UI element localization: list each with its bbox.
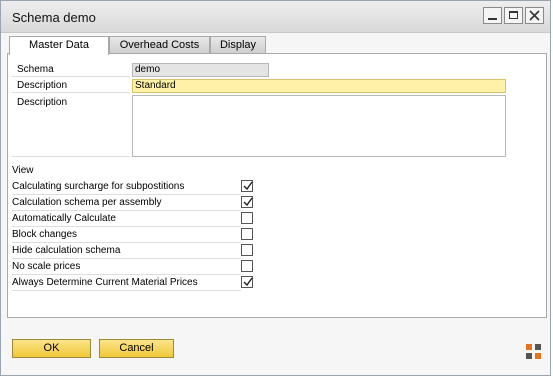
description-label: Description — [17, 80, 68, 91]
description2-textarea[interactable] — [132, 95, 506, 157]
option-label: Calculation schema per assembly — [12, 197, 162, 208]
checkbox-block-changes[interactable] — [241, 228, 253, 240]
tab-overhead-costs[interactable]: Overhead Costs — [109, 36, 210, 53]
maximize-button[interactable] — [504, 7, 523, 24]
checkbox-surcharge-subpositions[interactable] — [241, 180, 253, 192]
view-heading: View — [12, 165, 34, 176]
checkbox-auto-calculate[interactable] — [241, 212, 253, 224]
cancel-button[interactable]: Cancel — [99, 339, 174, 358]
option-label: Block changes — [12, 229, 78, 240]
close-button[interactable] — [525, 7, 544, 24]
schema-label: Schema — [17, 64, 54, 75]
tab-master-data[interactable]: Master Data — [9, 36, 109, 55]
checkbox-current-material-prices[interactable] — [241, 276, 253, 288]
close-icon — [529, 10, 540, 21]
tab-panel: Schema demo Description Standard Descrip… — [7, 53, 547, 318]
option-label: No scale prices — [12, 261, 81, 272]
description2-label: Description — [17, 97, 68, 108]
checkmark-icon — [243, 197, 253, 207]
title-bar[interactable]: Schema demo — [1, 1, 550, 33]
schema-field: demo — [132, 63, 269, 77]
option-label: Hide calculation schema — [12, 245, 121, 256]
window-title: Schema demo — [12, 10, 96, 25]
option-label: Calculating surcharge for subpostitions — [12, 181, 185, 192]
description-field[interactable]: Standard — [132, 79, 506, 93]
app-logo-icon — [526, 344, 541, 359]
checkbox-schema-per-assembly[interactable] — [241, 196, 253, 208]
checkbox-hide-schema[interactable] — [241, 244, 253, 256]
checkbox-no-scale-prices[interactable] — [241, 260, 253, 272]
ok-button[interactable]: OK — [12, 339, 91, 358]
checkmark-icon — [243, 277, 253, 287]
checkmark-icon — [243, 181, 253, 191]
option-label: Always Determine Current Material Prices — [12, 277, 198, 288]
tab-display[interactable]: Display — [210, 36, 266, 53]
option-label: Automatically Calculate — [12, 213, 116, 224]
minimize-button[interactable] — [483, 7, 502, 24]
